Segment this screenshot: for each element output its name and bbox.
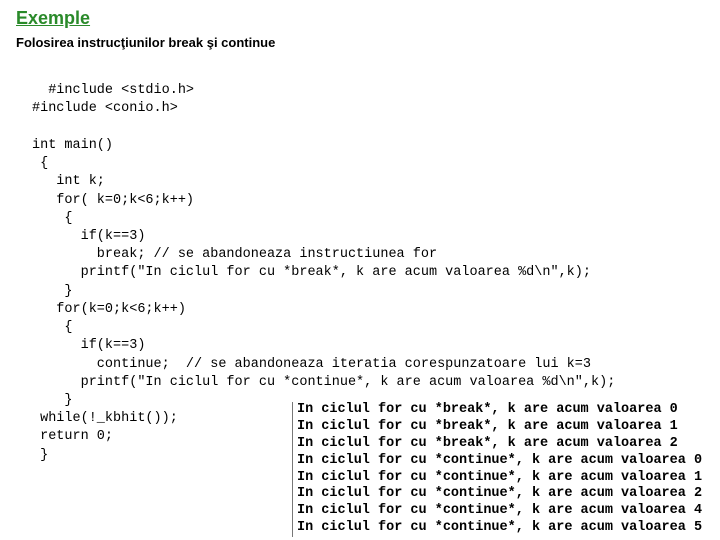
code-area: #include <stdio.h> #include <conio.h> in… [32, 64, 704, 483]
page-title: Exemple [16, 8, 704, 29]
page-subtitle: Folosirea instrucţiunilor break şi conti… [16, 35, 704, 50]
program-output: In ciclul for cu *break*, k are acum val… [292, 402, 702, 537]
